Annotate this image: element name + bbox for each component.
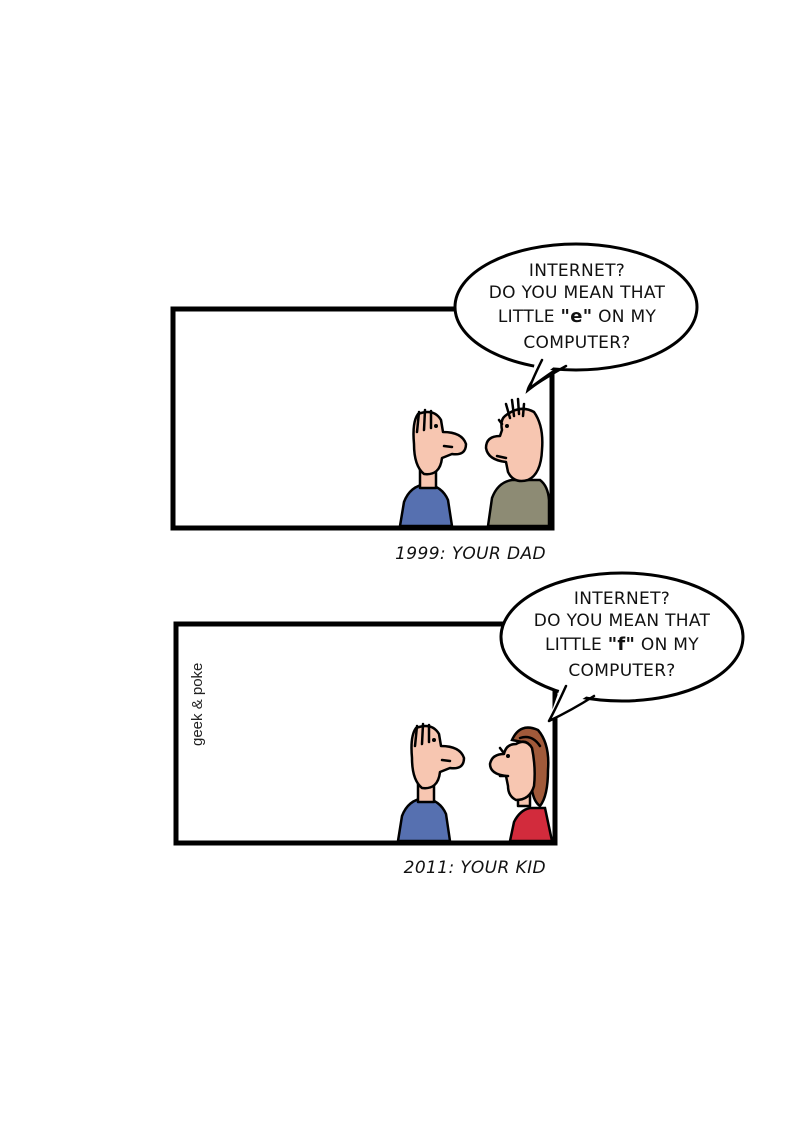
- panel-1-bubble-line-3-suffix: ON MY: [592, 307, 656, 327]
- panel-2: geek & poke INTERNET? DO YOU MEAN THAT L…: [173, 571, 745, 878]
- panel-2-bubble-line-4: COMPUTER?: [568, 661, 675, 681]
- panel-2-caption: 2011: YOUR KID: [404, 858, 546, 878]
- credit-label: geek & poke: [189, 663, 206, 746]
- panel-1-bubble-line-2: DO YOU MEAN THAT: [489, 283, 666, 303]
- panel-1-caption: 1999: YOUR DAD: [395, 544, 546, 564]
- panel-1-bubble-line-3-prefix: LITTLE: [498, 307, 561, 327]
- panel-2-bubble-line-3-prefix: LITTLE: [545, 635, 608, 655]
- panel-1-bubble-letter: "e": [561, 306, 593, 327]
- panel-2-bubble-line-1: INTERNET?: [574, 589, 670, 609]
- panel-2-frame: [173, 621, 558, 846]
- comic-strip: INTERNET? DO YOU MEAN THAT LITTLE "e" ON…: [170, 242, 745, 878]
- panel-1-bubble-line-1: INTERNET?: [529, 261, 625, 281]
- panel-2-bubble-line-3: LITTLE "f" ON MY: [545, 634, 699, 655]
- panel-2-bubble-letter: "f": [608, 634, 636, 655]
- panel-1-bubble-line-3: LITTLE "e" ON MY: [498, 306, 657, 327]
- panel-1: INTERNET? DO YOU MEAN THAT LITTLE "e" ON…: [170, 242, 699, 564]
- panel-2-bubble-line-3-suffix: ON MY: [635, 635, 699, 655]
- panel-2-bubble-line-2: DO YOU MEAN THAT: [534, 611, 711, 631]
- panel-1-bubble-line-4: COMPUTER?: [523, 333, 630, 353]
